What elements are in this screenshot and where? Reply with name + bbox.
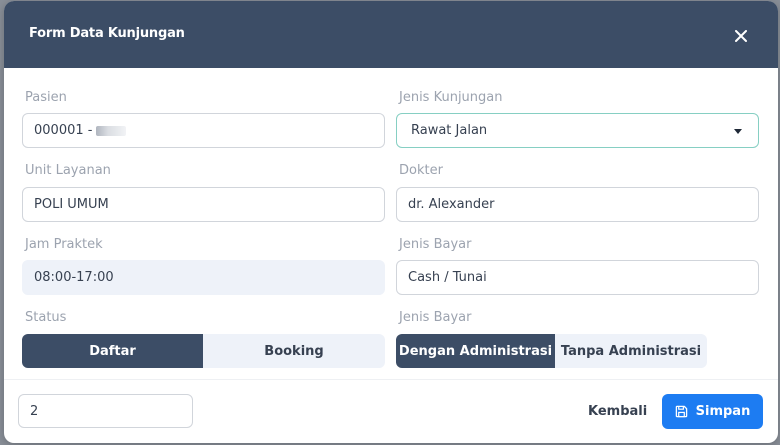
status-booking-button[interactable]: Booking [203, 334, 385, 368]
jam-praktek-value: 08:00-17:00 [34, 270, 114, 285]
dokter-field[interactable]: dr. Alexander [396, 187, 759, 222]
pasien-field[interactable]: 000001 - [22, 113, 385, 148]
save-button[interactable]: Simpan [662, 394, 763, 429]
jam-praktek-label: Jam Praktek [25, 237, 103, 252]
jenis-bayar-value: Cash / Tunai [408, 270, 487, 285]
modal-title: Form Data Kunjungan [29, 26, 185, 41]
jam-praktek-field: 08:00-17:00 [22, 260, 385, 295]
unit-layanan-field[interactable]: POLI UMUM [22, 187, 385, 222]
status-label: Status [25, 310, 67, 325]
tanpa-administrasi-button[interactable]: Tanpa Administrasi [555, 334, 707, 368]
jenis-bayar-field[interactable]: Cash / Tunai [396, 260, 759, 295]
dokter-value: dr. Alexander [408, 197, 495, 212]
jenis-kunjungan-label: Jenis Kunjungan [399, 90, 503, 105]
footer-number-input[interactable]: 2 [18, 394, 193, 428]
jenis-kunjungan-select[interactable]: Rawat Jalan [396, 113, 759, 148]
footer-divider [4, 379, 778, 380]
floppy-disk-icon [675, 405, 687, 418]
chevron-down-icon [734, 129, 742, 134]
pasien-value: 000001 - [34, 123, 93, 138]
jenis-bayar-label: Jenis Bayar [399, 237, 472, 252]
pasien-label: Pasien [25, 90, 67, 105]
save-button-label: Simpan [695, 404, 751, 419]
administrasi-label: Jenis Bayar [399, 310, 472, 325]
dokter-label: Dokter [399, 163, 443, 178]
status-daftar-button[interactable]: Daftar [22, 334, 203, 368]
unit-layanan-label: Unit Layanan [25, 163, 111, 178]
jenis-kunjungan-value: Rawat Jalan [411, 123, 488, 138]
modal-header: Form Data Kunjungan [4, 1, 778, 68]
visit-form-modal: Form Data Kunjungan Pasien 000001 - Jeni… [4, 1, 778, 443]
unit-layanan-value: POLI UMUM [34, 197, 109, 212]
dengan-administrasi-button[interactable]: Dengan Administrasi [396, 334, 555, 368]
footer-input-value: 2 [30, 403, 39, 419]
redacted-name [96, 125, 127, 136]
close-icon[interactable] [730, 25, 752, 47]
back-button[interactable]: Kembali [588, 404, 647, 419]
